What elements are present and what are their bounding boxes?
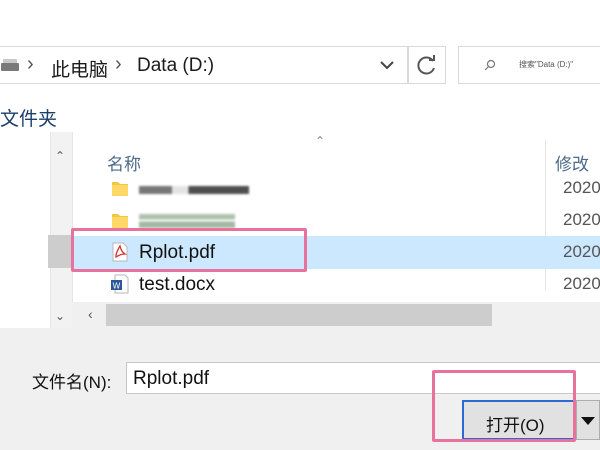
breadcrumb-this-pc[interactable]: 此电脑 — [51, 55, 108, 82]
horizontal-scroll-thumb[interactable] — [106, 304, 492, 326]
folder-icon — [112, 214, 128, 228]
modified-date: 2020 — [563, 210, 600, 229]
address-bar[interactable]: › 此电脑 › Data (D:) — [0, 46, 408, 84]
obscured-filename — [139, 186, 249, 194]
word-document-icon: W — [111, 274, 129, 294]
highlight-annotation-open — [432, 370, 576, 442]
navigation-pane: ⌃ ⌄ — [0, 132, 72, 328]
new-folder-button[interactable]: 文件夹 — [0, 104, 57, 131]
highlight-annotation-file — [71, 228, 307, 272]
list-item[interactable]: W test.docx 2020 — [73, 268, 600, 301]
filename-label: 文件名(N): — [32, 373, 112, 392]
navigation-scroll-thumb[interactable] — [48, 235, 72, 268]
refresh-icon — [417, 55, 435, 75]
open-options-dropdown[interactable] — [576, 400, 600, 440]
list-item[interactable]: 2020 — [73, 172, 600, 205]
search-box[interactable]: 搜索"Data (D:)" — [458, 46, 600, 84]
modified-date: 2020 — [563, 274, 600, 293]
sort-indicator-icon: ⌃ — [315, 134, 326, 148]
folder-icon — [112, 182, 128, 196]
chevron-down-icon[interactable] — [379, 57, 395, 73]
navigation-bar: › 此电脑 › Data (D:) 搜索"Data (D:)" 文件夹 — [0, 0, 600, 132]
svg-text:W: W — [113, 282, 121, 291]
chevron-right-icon: › — [27, 53, 34, 75]
modified-date: 2020 — [563, 178, 600, 197]
filename-value: Rplot.pdf — [133, 368, 210, 389]
triangle-down-icon — [581, 417, 595, 425]
scroll-up-icon[interactable]: ⌃ — [52, 150, 68, 162]
file-name: test.docx — [139, 274, 216, 295]
breadcrumb-data-drive[interactable]: Data (D:) — [137, 55, 214, 77]
search-icon — [484, 59, 496, 71]
scroll-down-icon[interactable]: ⌄ — [52, 310, 68, 322]
modified-date: 2020 — [563, 242, 600, 261]
refresh-button[interactable] — [408, 46, 446, 84]
chevron-right-icon: › — [115, 53, 122, 75]
search-placeholder: 搜索"Data (D:)" — [519, 60, 574, 69]
horizontal-scrollbar[interactable]: ‹ — [72, 302, 600, 328]
drive-icon — [1, 59, 19, 71]
obscured-filename — [139, 214, 235, 228]
scroll-left-icon[interactable]: ‹ — [88, 306, 93, 322]
